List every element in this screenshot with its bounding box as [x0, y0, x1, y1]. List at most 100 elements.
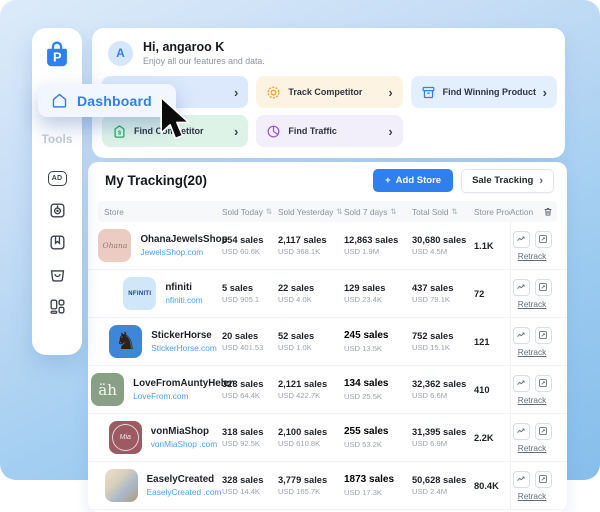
- chevron-right-icon: ›: [234, 125, 238, 138]
- column-action: Action: [510, 206, 553, 217]
- target-icon: [266, 85, 281, 100]
- sort-icon[interactable]: ⇅: [451, 207, 457, 216]
- store-products-cell: 80.4K: [474, 462, 510, 509]
- edit-action-button[interactable]: [535, 327, 552, 344]
- sold-yesterday-cell: 52 sales USD 1.0K: [278, 318, 344, 365]
- chart-action-button[interactable]: [513, 279, 530, 296]
- feature-card-find-traffic[interactable]: Find Traffic ›: [256, 115, 402, 147]
- sold-yesterday-cell: 2,117 sales USD 368.1K: [278, 222, 344, 269]
- store-name: StickerHorse: [151, 330, 216, 341]
- sold-7days-cell: 1873 sales USD 17.3K: [344, 462, 412, 509]
- store-avatar: ♞: [109, 325, 142, 358]
- table-header: Store Sold Today⇅ Sold Yesterday⇅ Sold 7…: [98, 201, 557, 222]
- edit-action-button[interactable]: [535, 375, 552, 392]
- sort-icon[interactable]: ⇅: [336, 207, 342, 216]
- greeting-subtitle: Enjoy all our features and data.: [143, 56, 265, 66]
- store-products-cell: 410: [474, 366, 510, 413]
- tools-label: Tools: [32, 132, 82, 146]
- table-row: ♞ StickerHorse StickerHorse.com 20 sales…: [88, 318, 567, 366]
- total-sold-cell: 437 sales USD 79.1K: [412, 270, 474, 317]
- store-avatar-text: ♞: [115, 330, 137, 354]
- chart-action-button[interactable]: [513, 375, 530, 392]
- sort-icon[interactable]: ⇅: [266, 207, 272, 216]
- store-domain-link[interactable]: EaselyCreated .com: [147, 487, 222, 497]
- sold-today-cell: 323 sales USD 64.4K: [222, 366, 278, 413]
- chart-action-button[interactable]: [513, 423, 530, 440]
- store-products-cell: 72: [474, 270, 510, 317]
- store-products-cell: 2.2K: [474, 414, 510, 461]
- store-domain-link[interactable]: StickerHorse.com: [151, 343, 216, 353]
- action-cell: Retrack: [510, 414, 553, 461]
- pie-chart-icon: [266, 124, 281, 139]
- ad-tool-icon[interactable]: AD: [47, 168, 67, 188]
- store-name: LoveFromAuntyHelen: [133, 378, 235, 389]
- edit-action-button[interactable]: [535, 423, 552, 440]
- sold-7days-cell: 134 sales USD 25.5K: [344, 366, 412, 413]
- feature-card-track-competitor[interactable]: Track Competitor ›: [256, 76, 402, 108]
- store-domain-link[interactable]: nfiniti.com: [165, 295, 202, 305]
- app-logo[interactable]: P: [43, 40, 71, 68]
- sale-tracking-button[interactable]: Sale Tracking ›: [461, 169, 554, 193]
- action-cell: Retrack: [510, 366, 553, 413]
- trash-icon[interactable]: [543, 206, 553, 217]
- page-title: My Tracking(20): [105, 173, 207, 188]
- store-cell: EaselyCreated EaselyCreated .com: [104, 462, 222, 509]
- store-domain-link[interactable]: JewelsShop.com: [140, 247, 227, 257]
- greeting-block: A Hi, angaroo K Enjoy all our features a…: [92, 28, 565, 66]
- store-products-cell: 1.1K: [474, 222, 510, 269]
- column-total-sold: Total Sold⇅: [412, 207, 474, 217]
- column-sold-7days: Sold 7 days⇅: [344, 207, 412, 217]
- sidebar: P Tools AD: [32, 28, 82, 355]
- column-sold-yesterday: Sold Yesterday⇅: [278, 207, 344, 217]
- basket-icon[interactable]: [47, 264, 67, 284]
- mouse-cursor: [158, 96, 194, 147]
- retrack-link[interactable]: Retrack: [518, 347, 547, 357]
- store-domain-link[interactable]: vonMiaShop .com: [151, 439, 217, 449]
- action-cell: Retrack: [510, 270, 553, 317]
- store-products-cell: 121: [474, 318, 510, 365]
- chevron-right-icon: ›: [543, 86, 547, 99]
- apps-grid-icon[interactable]: [47, 296, 67, 316]
- edit-action-button[interactable]: [535, 279, 552, 296]
- retrack-link[interactable]: Retrack: [518, 443, 547, 453]
- feature-card-find-winning-product[interactable]: Find Winning Product ›: [411, 76, 557, 108]
- store-domain-link[interactable]: LoveFrom.com: [133, 391, 235, 401]
- retrack-link[interactable]: Retrack: [518, 299, 547, 309]
- sold-today-cell: 328 sales USD 14.4K: [222, 462, 278, 509]
- column-sold-today: Sold Today⇅: [222, 207, 278, 217]
- dashboard-label: Dashboard: [77, 93, 152, 109]
- sold-yesterday-cell: 22 sales USD 4.0K: [278, 270, 344, 317]
- retrack-link[interactable]: Retrack: [518, 395, 547, 405]
- chevron-right-icon: ›: [234, 86, 238, 99]
- edit-action-button[interactable]: [535, 471, 552, 488]
- total-sold-cell: 31,395 sales USD 6.9M: [412, 414, 474, 461]
- archive-box-icon: [421, 85, 436, 100]
- chart-action-button[interactable]: [513, 231, 530, 248]
- edit-action-button[interactable]: [535, 231, 552, 248]
- action-cell: Retrack: [510, 462, 553, 509]
- bookmark-icon[interactable]: [47, 232, 67, 252]
- chart-action-button[interactable]: [513, 327, 530, 344]
- sold-today-cell: 554 sales USD 60.6K: [222, 222, 278, 269]
- chevron-right-icon: ›: [388, 86, 392, 99]
- retrack-link[interactable]: Retrack: [518, 251, 547, 261]
- table-row: Ohana OhanaJewelsShop JewelsShop.com 554…: [88, 222, 567, 270]
- store-avatar-text: Ohana: [103, 241, 128, 250]
- store-cell: ♞ StickerHorse StickerHorse.com: [104, 318, 222, 365]
- action-cell: Retrack: [510, 318, 553, 365]
- product-scan-icon[interactable]: [47, 200, 67, 220]
- store-avatar: [105, 469, 138, 502]
- greeting-title: Hi, angaroo K: [143, 40, 265, 54]
- chevron-right-icon: ›: [388, 125, 392, 138]
- sidebar-item-dashboard[interactable]: Dashboard: [38, 84, 176, 117]
- svg-text:$: $: [118, 130, 122, 136]
- table-row: Mia vonMiaShop vonMiaShop .com 318 sales…: [88, 414, 567, 462]
- chevron-right-icon: ›: [539, 175, 543, 187]
- store-name: OhanaJewelsShop: [140, 234, 227, 245]
- sold-7days-cell: 255 sales USD 53.2K: [344, 414, 412, 461]
- retrack-link[interactable]: Retrack: [518, 491, 547, 501]
- chart-action-button[interactable]: [513, 471, 530, 488]
- add-store-button[interactable]: + Add Store: [373, 169, 453, 192]
- sort-icon[interactable]: ⇅: [390, 207, 396, 216]
- sold-yesterday-cell: 2,121 sales USD 422.7K: [278, 366, 344, 413]
